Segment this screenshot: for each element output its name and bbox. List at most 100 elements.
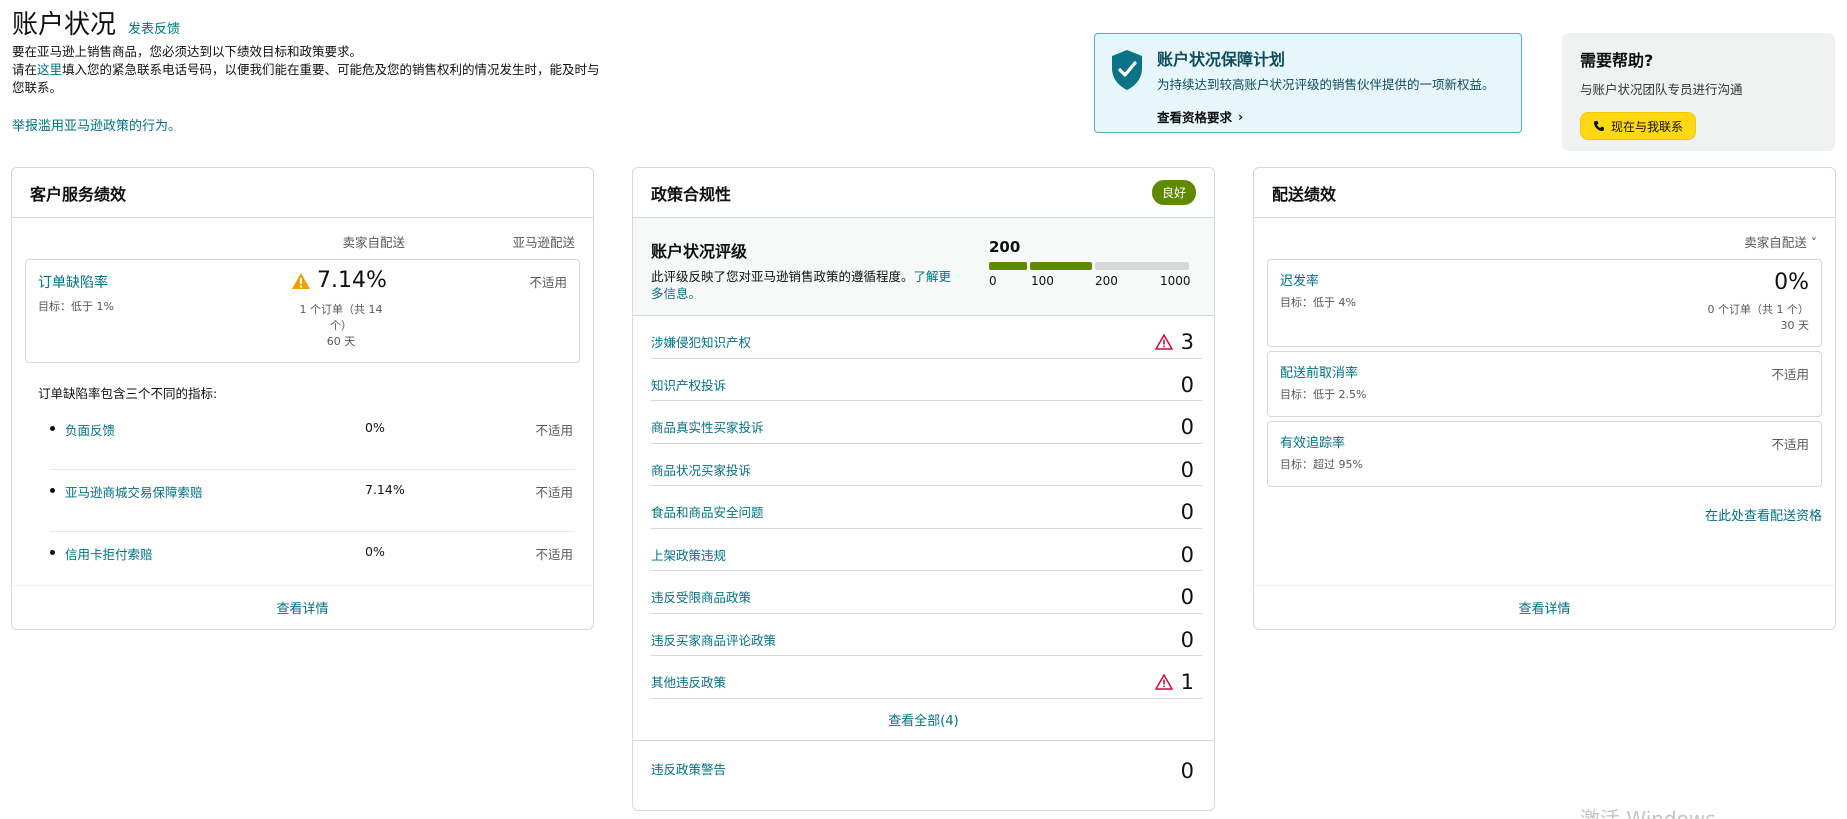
metric-value: 7.14% (365, 482, 405, 497)
help-subtitle: 与账户状况团队专员进行沟通 (1580, 82, 1743, 97)
policy-list: 涉嫌侵犯知识产权 3 知识产权投诉 0 商品真实性买家投诉 0 商品状况买家投诉 0 食品和商品… (651, 316, 1202, 699)
policy-item-link[interactable]: 知识产权投诉 (651, 378, 726, 393)
intro-post: 填入您的紧急联系电话号码，以便我们能在重要、可能危及您的销售权利的情况发生时，能… (12, 62, 600, 95)
table-row: 其他违反政策 1 (651, 656, 1202, 699)
chargeback-link[interactable]: 信用卡拒付索赔 (65, 544, 153, 563)
policy-item-count-value: 0 (1180, 457, 1194, 482)
negative-feedback-link[interactable]: 负面反馈 (65, 420, 115, 439)
intro-pre: 请在 (12, 62, 38, 77)
ahr-bar-segment-1 (989, 262, 1027, 270)
shipping-title: 配送绩效 (1272, 184, 1337, 204)
ahr-tick: 200 (1095, 274, 1118, 288)
odr-value: 7.14% (291, 268, 387, 293)
bullet (50, 550, 55, 555)
late-shipment-box: 迟发率 目标：低于 4% 0% 0 个订单（共 1 个） 30 天 (1267, 259, 1822, 347)
pre-cancel-box: 配送前取消率 目标：低于 2.5% 不适用 (1267, 351, 1822, 417)
customer-service-header: 客户服务绩效 (12, 168, 593, 218)
late-shipment-days: 30 天 (1780, 319, 1810, 332)
chevron-down-icon: ˅ (1810, 235, 1817, 250)
late-shipment-link[interactable]: 迟发率 (1280, 274, 1319, 289)
ahr-title: 账户状况评级 (651, 242, 748, 261)
ahr-score: 200 (989, 238, 1021, 256)
ahr-tick: 0 (989, 274, 997, 288)
col-seller-fulfilled: 卖家自配送 (342, 235, 405, 250)
valid-tracking-box: 有效追踪率 目标：超过 95% 不适用 (1267, 421, 1822, 487)
metric-value: 0% (365, 544, 385, 559)
customer-service-card: 客户服务绩效 卖家自配送 亚马逊配送 订单缺陷率 目标：低于 1% 7.14% … (11, 167, 594, 630)
intro-line-2: 请在这里填入您的紧急联系电话号码，以便我们能在重要、可能危及您的销售权利的情况发… (12, 61, 602, 97)
odr-days: 60 天 (326, 335, 356, 348)
cs-view-details-link[interactable]: 查看详情 (12, 585, 593, 629)
policy-item-link[interactable]: 上架政策违规 (651, 548, 726, 563)
view-eligibility-link[interactable]: 查看资格要求 › (1157, 107, 1243, 126)
policy-item-count: 0 (1181, 543, 1194, 567)
ahr-desc-text: 此评级反映了您对亚马逊销售政策的遵循程度。 (651, 269, 914, 284)
report-abuse-link[interactable]: 举报滥用亚马逊政策的行为。 (12, 115, 602, 134)
fulfillment-filter[interactable]: 卖家自配送 ˅ (1254, 218, 1835, 251)
shipping-eligibility-row: 在此处查看配送资格 (1254, 487, 1835, 524)
warning-icon (292, 272, 310, 289)
metric-amazon-value: 不适用 (535, 485, 573, 500)
col-amazon-fulfilled: 亚马逊配送 (512, 235, 575, 250)
ship-view-details-link[interactable]: 查看详情 (1254, 585, 1835, 629)
chevron-right-icon: › (1238, 109, 1244, 124)
order-defect-rate-box: 订单缺陷率 目标：低于 1% 7.14% 1 个订单（共 14 个） 60 天 … (25, 259, 580, 363)
intro-line-1: 要在亚马逊上销售商品，您必须达到以下绩效目标和政策要求。 (12, 44, 363, 59)
policy-item-link[interactable]: 商品真实性买家投诉 (651, 420, 764, 435)
table-row: 商品真实性买家投诉 0 (651, 401, 1202, 444)
policy-warnings-row: 违反政策警告 0 (633, 741, 1214, 799)
shipping-eligibility-link[interactable]: 在此处查看配送资格 (1705, 509, 1822, 524)
contact-me-label: 现在与我联系 (1611, 119, 1684, 134)
table-row: 知识产权投诉 0 (651, 359, 1202, 401)
view-all-link[interactable]: 查看全部(4) (633, 699, 1214, 741)
az-guarantee-link[interactable]: 亚马逊商城交易保障索赔 (65, 482, 203, 501)
policy-warnings-count: 0 (1180, 758, 1194, 783)
policy-compliance-card: 政策合规性 良好 账户状况评级 此评级反映了您对亚马逊销售政策的遵循程度。了解更… (632, 167, 1215, 811)
policy-item-link[interactable]: 食品和商品安全问题 (651, 505, 764, 520)
table-row: 食品和商品安全问题 0 (651, 486, 1202, 529)
policy-item-count-value: 0 (1180, 415, 1194, 439)
policy-item-count: 0 (1181, 585, 1194, 609)
contact-me-button[interactable]: 现在与我联系 (1580, 112, 1697, 140)
pre-cancel-link[interactable]: 配送前取消率 (1280, 366, 1358, 381)
ahr-tick: 1000 (1160, 274, 1191, 288)
valid-tracking-link[interactable]: 有效追踪率 (1280, 436, 1345, 451)
alert-triangle-icon (1154, 674, 1173, 690)
policy-item-count-value: 1 (1180, 670, 1194, 694)
ahr-tick: 100 (1031, 274, 1054, 288)
odr-link[interactable]: 订单缺陷率 (38, 275, 108, 291)
policy-item-count: 0 (1181, 628, 1194, 652)
policy-item-link[interactable]: 涉嫌侵犯知识产权 (651, 335, 751, 350)
feedback-link[interactable]: 发表反馈 (128, 18, 180, 37)
odr-note: 订单缺陷率包含三个不同的指标: (38, 386, 218, 401)
odr-amazon-value: 不适用 (529, 275, 567, 290)
valid-tracking-target: 目标：超过 95% (1280, 458, 1363, 471)
shipping-performance-card: 配送绩效 卖家自配送 ˅ 迟发率 目标：低于 4% 0% 0 个订单（共 1 个… (1253, 167, 1836, 630)
policy-item-link[interactable]: 违反受限商品政策 (651, 590, 751, 605)
policy-item-count: 0 (1181, 415, 1194, 439)
odr-metrics-list: 负面反馈 0% 不适用 亚马逊商城交易保障索赔 7.14% 不适用 信用卡拒付索赔 0% 不… (50, 408, 575, 594)
ahr-bar-segment-3 (1095, 262, 1189, 270)
page-title: 账户状况 (12, 10, 117, 40)
policy-item-count-value: 0 (1180, 585, 1194, 609)
metric-amazon-value: 不适用 (535, 547, 573, 562)
emergency-contact-link[interactable]: 这里 (37, 62, 62, 77)
late-shipment-orders: 0 个订单（共 1 个） (1707, 303, 1810, 316)
ahr-description: 此评级反映了您对亚马逊销售政策的遵循程度。了解更多信息。 (651, 268, 961, 302)
late-shipment-detail: 0 个订单（共 1 个） 30 天 (1708, 302, 1810, 334)
title-row: 账户状况 发表反馈 (12, 4, 602, 41)
policy-warnings-link[interactable]: 违反政策警告 (651, 762, 726, 777)
column-headers: 卖家自配送 亚马逊配送 (12, 218, 593, 251)
table-row: 涉嫌侵犯知识产权 3 (651, 316, 1202, 359)
plan-subtitle: 为持续达到较高账户状况评级的销售伙伴提供的一项新权益。 (1157, 77, 1495, 92)
policy-item-count: 0 (1181, 500, 1194, 524)
protection-plan-banner: 账户状况保障计划 为持续达到较高账户状况评级的销售伙伴提供的一项新权益。 查看资… (1094, 33, 1522, 133)
policy-item-link[interactable]: 其他违反政策 (651, 675, 726, 690)
plan-title: 账户状况保障计划 (1157, 50, 1286, 69)
policy-item-link[interactable]: 商品状况买家投诉 (651, 463, 751, 478)
policy-item-count-value: 0 (1180, 542, 1194, 567)
windows-watermark: 激活 Windows (1580, 807, 1716, 819)
odr-detail: 1 个订单（共 14 个） 60 天 (291, 302, 391, 350)
policy-item-count-value: 0 (1180, 372, 1194, 397)
policy-item-link[interactable]: 违反买家商品评论政策 (651, 633, 776, 648)
